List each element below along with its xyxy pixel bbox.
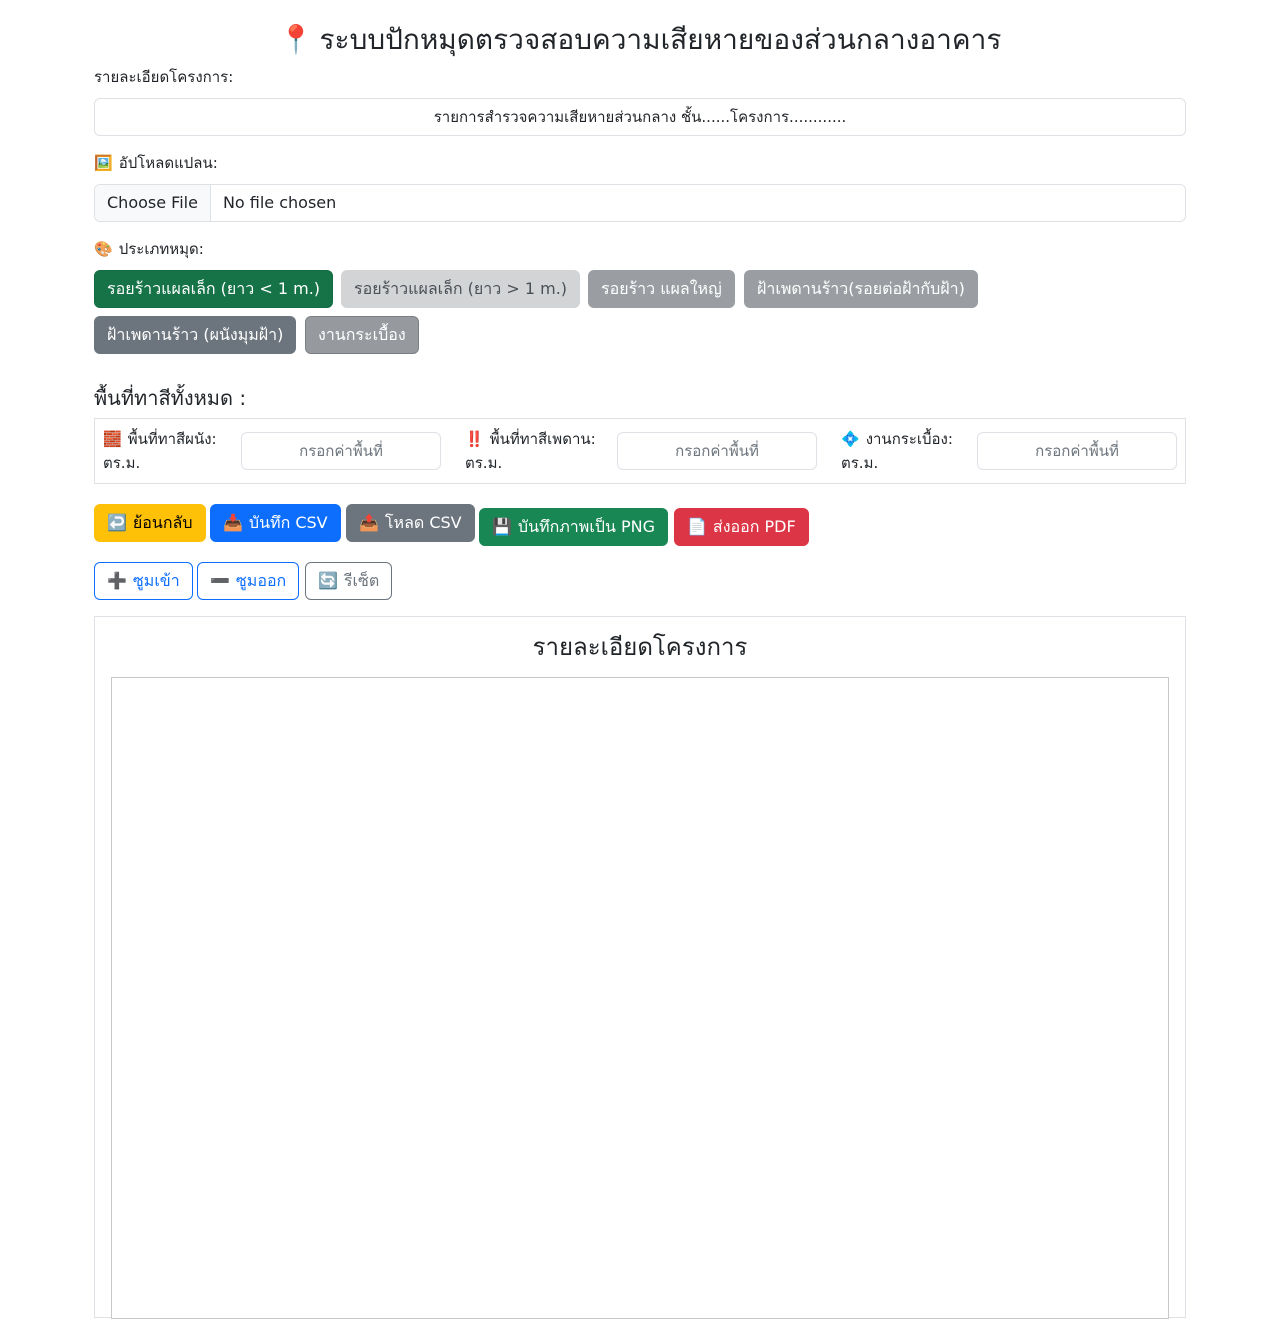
pin-type-small-crack-short[interactable]: รอยร้าวแผลเล็ก (ยาว < 1 m.) bbox=[94, 270, 334, 308]
load-csv-button[interactable]: 📤 โหลด CSV bbox=[346, 504, 475, 542]
choose-file-button[interactable]: Choose File bbox=[95, 185, 211, 221]
pin-type-ceiling-corner-crack[interactable]: ฝ้าเพดานร้าว (ผนังมุมฝ้า) bbox=[94, 316, 297, 354]
floppy-disk-icon: 💾 bbox=[492, 517, 512, 536]
page-title: 📍 ระบบปักหมุดตรวจสอบความเสียหายของส่วนกลา… bbox=[278, 23, 1002, 56]
document-icon: 📄 bbox=[687, 517, 707, 536]
outbox-tray-icon: 📤 bbox=[359, 513, 379, 532]
back-button[interactable]: ↩️ ย้อนกลับ bbox=[94, 504, 206, 542]
diamond-icon: 💠 bbox=[841, 430, 860, 448]
inbox-tray-icon: 📥 bbox=[223, 513, 243, 532]
zoom-out-button[interactable]: ➖ ซูมออก bbox=[197, 562, 300, 600]
wall-area-input[interactable]: กรอกค่าพื้นที่ bbox=[241, 432, 441, 470]
area-panel: 🧱 พื้นที่ทาสีผนัง: ตร.ม. กรอกค่าพื้นที่ ‼️… bbox=[94, 418, 1186, 484]
pin-type-small-crack-long[interactable]: รอยร้าวแผลเล็ก (ยาว > 1 m.) bbox=[341, 270, 581, 308]
tile-area-label: 💠 งานกระเบื้อง: ตร.ม. bbox=[841, 427, 975, 475]
file-status: No file chosen bbox=[222, 193, 337, 212]
plan-canvas-card: รายละเอียดโครงการ bbox=[94, 616, 1186, 1319]
upload-label: 🖼️ อัปโหลดแปลน: bbox=[94, 154, 218, 172]
plan-canvas[interactable] bbox=[111, 677, 1169, 1319]
project-label: รายละเอียดโครงการ: bbox=[94, 68, 234, 86]
pin-type-large-crack[interactable]: รอยร้าว แผลใหญ่ bbox=[588, 270, 735, 308]
pin-type-tile-work[interactable]: งานกระเบื้อง bbox=[305, 316, 419, 354]
wall-area-label: 🧱 พื้นที่ทาสีผนัง: ตร.ม. bbox=[103, 427, 237, 475]
pin-icon: 📍 bbox=[278, 23, 314, 56]
picture-icon: 🖼️ bbox=[94, 154, 113, 172]
area-heading: พื้นที่ทาสีทั้งหมด : bbox=[94, 386, 247, 410]
palette-icon: 🎨 bbox=[94, 240, 113, 258]
double-exclamation-icon: ‼️ bbox=[465, 430, 484, 448]
save-csv-button[interactable]: 📥 บันทึก CSV bbox=[210, 504, 341, 542]
brick-icon: 🧱 bbox=[103, 430, 122, 448]
ceiling-area-label: ‼️ พื้นที่ทาสีเพดาน: ตร.ม. bbox=[465, 427, 615, 475]
reset-zoom-button[interactable]: 🔄 รีเซ็ต bbox=[305, 562, 393, 600]
project-description-input[interactable]: รายการสำรวจความเสียหายส่วนกลาง ชั้น.....… bbox=[94, 98, 1186, 136]
pin-type-ceiling-joint-crack[interactable]: ฝ้าเพดานร้าว(รอยต่อฝ้ากับฝ้า) bbox=[744, 270, 978, 308]
save-png-button[interactable]: 💾 บันทึกภาพเป็น PNG bbox=[479, 508, 668, 546]
plus-icon: ➕ bbox=[107, 571, 127, 590]
return-arrow-icon: ↩️ bbox=[107, 513, 127, 532]
pin-type-label: 🎨 ประเภทหมุด: bbox=[94, 240, 204, 258]
minus-icon: ➖ bbox=[210, 571, 230, 590]
export-pdf-button[interactable]: 📄 ส่งออก PDF bbox=[674, 508, 809, 546]
plan-file-input[interactable]: Choose File No file chosen bbox=[94, 184, 1186, 222]
ceiling-area-input[interactable]: กรอกค่าพื้นที่ bbox=[617, 432, 817, 470]
tile-area-input[interactable]: กรอกค่าพื้นที่ bbox=[977, 432, 1177, 470]
zoom-in-button[interactable]: ➕ ซูมเข้า bbox=[94, 562, 193, 600]
canvas-title: รายละเอียดโครงการ bbox=[532, 633, 748, 661]
refresh-icon: 🔄 bbox=[318, 571, 338, 590]
